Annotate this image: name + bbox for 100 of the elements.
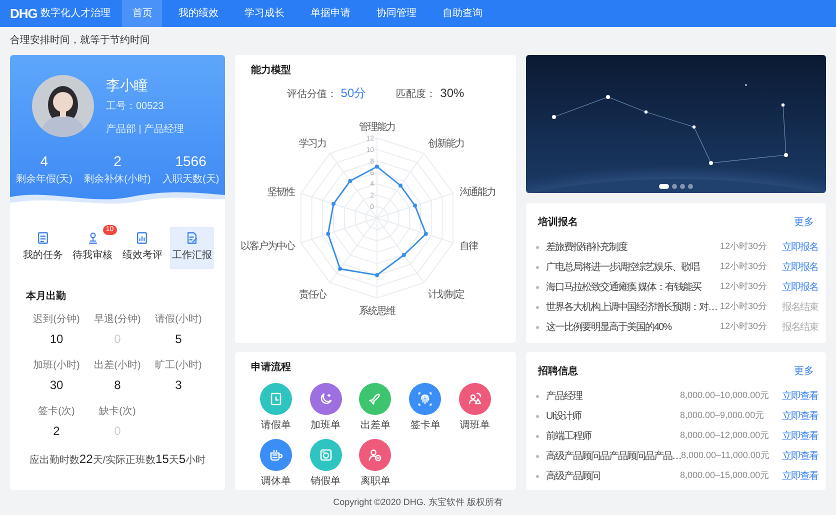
stat-label: 入职天数(天) xyxy=(162,172,220,187)
apply-button[interactable] xyxy=(459,383,492,415)
list-item-title: 高级产品顾问 xyxy=(546,470,601,484)
salary-text: 8,000.00–11,000.00元 xyxy=(681,449,770,462)
apply-button[interactable] xyxy=(409,383,442,415)
salary-text: 8,000.00–15,000.00元 xyxy=(680,469,770,482)
nav-tab[interactable]: 首页 xyxy=(122,0,162,27)
tagline: 合理安排时间，就等于节约时间 xyxy=(9,34,151,48)
apply-button[interactable] xyxy=(310,439,342,471)
apply-label: 调班单 xyxy=(460,418,490,433)
department-position: 产品部 | 产品经理 xyxy=(106,122,184,137)
action-link[interactable]: 立即查看 xyxy=(778,408,818,424)
stat-label: 剩余补休(小时) xyxy=(84,172,151,187)
app-name: 数字化人才治理 xyxy=(40,6,110,21)
apply-label: 签卡单 xyxy=(410,418,440,433)
action-link[interactable]: 立即报名 xyxy=(778,280,818,294)
carousel-dot[interactable] xyxy=(680,184,685,189)
list-item-title: 这一比例要明显高于美国的40% xyxy=(546,320,673,334)
section-title: 能力模型 xyxy=(251,64,292,78)
apply-label: 离职单 xyxy=(360,474,390,489)
salary-text: 8,000.00–9,000.00元 xyxy=(680,409,766,422)
more-link[interactable]: 更多 xyxy=(794,214,814,230)
score-label: 评估分值： xyxy=(286,88,337,102)
axis-label: 管理能力 xyxy=(359,122,395,133)
quick-action-button[interactable]: 绩效考评 xyxy=(120,227,164,269)
logo: DHG xyxy=(10,4,38,23)
section-title: 申请流程 xyxy=(251,360,292,375)
fingerprint-icon xyxy=(417,391,434,407)
time-text: 12小时30分 xyxy=(720,240,768,254)
data-point xyxy=(398,184,402,188)
bullet-icon xyxy=(536,326,539,328)
apply-label: 出差单 xyxy=(360,418,390,433)
apply-label: 请假单 xyxy=(260,418,291,433)
data-point xyxy=(402,252,406,257)
attendance-label: 签卡(次) xyxy=(38,404,75,419)
action-link[interactable]: 立即查看 xyxy=(778,468,818,484)
match-label: 匹配度： xyxy=(396,88,436,102)
axis-label: 坚韧性 xyxy=(267,187,294,198)
list-icon xyxy=(36,231,50,245)
stat-value: 2 xyxy=(114,152,122,171)
quick-action-button[interactable]: 我的任务 xyxy=(20,227,65,269)
axis-label: 自律 xyxy=(460,240,478,252)
action-link[interactable]: 立即查看 xyxy=(778,448,818,464)
data-point xyxy=(424,232,428,236)
nav-tab[interactable]: 我的绩效 xyxy=(168,0,228,27)
axis-label: 沟通能力 xyxy=(460,187,496,198)
time-text: 12小时30分 xyxy=(720,300,768,314)
quick-action-button[interactable]: 工作汇报 xyxy=(170,227,214,269)
carousel-dot[interactable] xyxy=(672,184,677,189)
salary-text: 8,000.00–10,000.00元 xyxy=(680,389,770,402)
list-item-title: 世界各大机构上调中国经济增长预期：对… xyxy=(546,300,718,314)
action-link[interactable]: 立即查看 xyxy=(778,388,818,404)
nav-tab[interactable]: 协同管理 xyxy=(366,0,426,27)
apply-button[interactable] xyxy=(359,383,392,415)
nav-tab[interactable]: 学习成长 xyxy=(234,0,294,27)
nav-tab[interactable]: 自助查询 xyxy=(432,0,492,27)
carousel-dot[interactable] xyxy=(688,184,693,189)
axis-label: 系统思维 xyxy=(359,306,395,317)
pencil-document-icon xyxy=(185,231,200,245)
list-item-title: 高级产品顾问品产品顾问品产品… xyxy=(546,450,681,464)
time-text: 12小时30分 xyxy=(720,260,768,274)
more-link[interactable]: 更多 xyxy=(794,364,814,378)
action-link[interactable]: 报名结束 xyxy=(778,300,818,314)
user-remove-icon xyxy=(367,447,384,463)
apply-button[interactable] xyxy=(310,383,342,415)
apply-button[interactable] xyxy=(260,383,292,415)
action-link[interactable]: 立即查看 xyxy=(778,428,818,444)
attendance-label: 加班(小时) xyxy=(33,358,80,373)
data-point xyxy=(375,273,379,278)
bullet-icon xyxy=(536,394,539,398)
nav-tab[interactable]: 单据申请 xyxy=(300,0,360,27)
attendance-value: 3 xyxy=(175,377,182,394)
apply-button[interactable] xyxy=(260,439,292,471)
attendance-label: 早退(分钟) xyxy=(94,312,141,327)
attendance-value: 5 xyxy=(175,331,182,348)
attendance-label: 迟到(分钟) xyxy=(33,312,80,327)
list-item-title: 差旅费报销补充制度 xyxy=(546,240,628,254)
data-point xyxy=(338,266,342,271)
list-item-title: 广电总局将进一步调控综艺娱乐、歌唱 xyxy=(546,260,700,274)
action-link[interactable]: 立即报名 xyxy=(778,240,818,254)
chart-document-icon xyxy=(135,231,150,245)
user-name: 李小瞳 xyxy=(106,76,149,95)
axis-label: 以客户为中心 xyxy=(240,240,294,252)
employee-number: 工号：00523 xyxy=(106,100,165,114)
apply-label: 加班单 xyxy=(310,418,341,433)
data-point xyxy=(326,232,330,236)
action-link[interactable]: 报名结束 xyxy=(778,320,818,334)
cup-icon xyxy=(268,447,284,463)
attendance-label: 出差(小时) xyxy=(94,358,141,373)
bullet-icon xyxy=(536,414,539,418)
list-item-title: UI设计师 xyxy=(546,410,582,424)
bullet-icon xyxy=(536,246,539,248)
apply-button[interactable] xyxy=(359,439,392,471)
section-title: 招聘信息 xyxy=(538,364,578,378)
action-link[interactable]: 立即报名 xyxy=(778,260,818,274)
score-value: 50分 xyxy=(340,85,366,102)
salary-text: 8,000.00–12,000.00元 xyxy=(680,429,770,442)
attendance-value: 10 xyxy=(50,331,64,348)
section-title: 本月出勤 xyxy=(26,290,67,304)
list-item-title: 前端工程师 xyxy=(546,430,592,444)
